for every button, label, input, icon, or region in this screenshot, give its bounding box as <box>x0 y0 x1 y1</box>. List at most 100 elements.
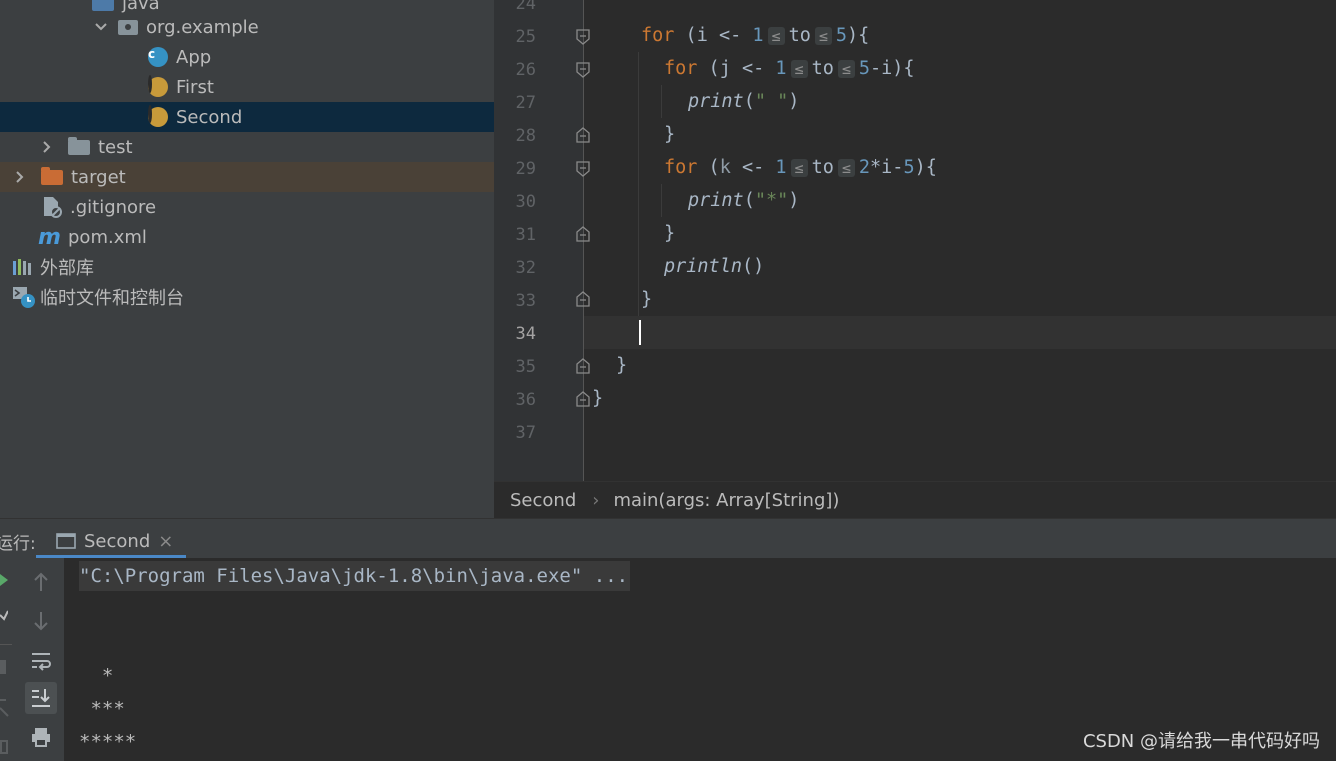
line-number: 35 <box>515 357 536 377</box>
tree-item-label: test <box>98 136 133 158</box>
code-line-29[interactable]: for (k <- 1 ≤ to ≤2 *i- 5){ <box>664 151 937 184</box>
tree-item-label: 临时文件和控制台 <box>40 288 184 309</box>
tree-item-org-example[interactable]: org.example <box>0 12 494 42</box>
fold-close-icon[interactable] <box>576 291 590 307</box>
code-line-25[interactable]: for (i <- 1 ≤ to ≤5){ <box>641 19 869 52</box>
run-panel-label: 运行: <box>0 534 36 554</box>
scala-object-icon <box>148 107 168 127</box>
excluded-folder-icon <box>41 166 63 185</box>
tree-item-label: .gitignore <box>70 196 157 218</box>
rerun-icon[interactable] <box>0 574 8 586</box>
maven-icon: m <box>38 224 61 250</box>
run-tab-second[interactable]: Second × <box>36 523 186 559</box>
inlay-hint: ≤ <box>790 59 808 78</box>
line-number: 24 <box>515 0 536 14</box>
fold-open-icon[interactable] <box>576 161 590 177</box>
chevron-down-icon[interactable] <box>94 20 108 34</box>
code-line-26[interactable]: for (j <- 1 ≤ to ≤5 -i){ <box>664 52 915 85</box>
arrow-down-icon <box>34 612 48 631</box>
fold-close-icon[interactable] <box>576 358 590 374</box>
restore-layout-icon[interactable] <box>0 698 10 718</box>
line-number: 30 <box>515 192 536 212</box>
print-button[interactable] <box>25 721 57 753</box>
source-folder-icon <box>92 0 114 11</box>
console-output-line: * <box>79 665 114 687</box>
indent-guide <box>661 184 662 217</box>
code-line-31[interactable]: } <box>664 217 675 250</box>
inlay-hint: ≤ <box>790 158 808 177</box>
code-line-28[interactable]: } <box>664 118 675 151</box>
scroll-down-button[interactable] <box>25 605 57 637</box>
breadcrumb-method[interactable]: main(args: Array[String]) <box>613 490 839 511</box>
tree-item-label: First <box>176 76 214 98</box>
console-command-line: "C:\Program Files\Java\jdk-1.8\bin\java.… <box>79 561 631 591</box>
run-tool-window-header: 运行: Second × <box>0 518 1336 559</box>
inlay-hint: ≤ <box>837 158 855 177</box>
arrow-up-icon <box>34 572 48 591</box>
chevron-right-icon[interactable] <box>13 170 27 184</box>
library-icon <box>13 259 31 275</box>
line-number: 25 <box>515 27 536 47</box>
code-line-36[interactable]: } <box>592 382 603 415</box>
fold-close-icon[interactable] <box>576 391 590 407</box>
line-number: 31 <box>515 225 536 245</box>
run-tab-label: Second <box>84 530 151 552</box>
console-output-line: ***** <box>79 731 137 753</box>
scroll-to-end-icon <box>32 689 50 707</box>
tree-item-first[interactable]: First <box>0 72 494 102</box>
tree-item-app[interactable]: c App <box>0 42 494 72</box>
folder-icon <box>68 136 90 155</box>
ignore-file-icon <box>44 197 62 218</box>
tree-item-test[interactable]: test <box>0 132 494 162</box>
pin-tab-icon[interactable] <box>0 740 8 754</box>
line-number-current: 34 <box>515 324 536 344</box>
line-number: 28 <box>515 126 536 146</box>
code-line-35[interactable]: } <box>616 349 627 382</box>
soft-wrap-icon <box>32 653 51 671</box>
tree-item-label: App <box>176 46 212 68</box>
close-icon[interactable]: × <box>158 531 173 552</box>
tree-item-label: target <box>71 166 126 188</box>
tree-item-label: org.example <box>146 16 259 38</box>
line-number: 33 <box>515 291 536 311</box>
package-icon <box>118 19 138 35</box>
inlay-hint: ≤ <box>837 59 855 78</box>
code-editor[interactable]: 24 25 26 27 28 29 30 31 32 33 34 35 36 3… <box>494 0 1336 481</box>
tree-item-pom-xml[interactable]: m pom.xml <box>0 222 494 252</box>
scroll-up-button[interactable] <box>25 566 57 598</box>
tree-item-gitignore[interactable]: .gitignore <box>0 192 494 222</box>
indent-guide <box>638 52 639 316</box>
fold-open-icon[interactable] <box>576 62 590 78</box>
tree-item-label: pom.xml <box>68 226 147 248</box>
code-line-27[interactable]: print(" ") <box>688 85 799 118</box>
scroll-to-end-button[interactable] <box>25 682 57 714</box>
run-console: "C:\Program Files\Java\jdk-1.8\bin\java.… <box>0 558 1336 761</box>
line-number: 26 <box>515 60 536 80</box>
console-output-line: *** <box>79 698 125 720</box>
tree-item-external-libraries[interactable]: 外部库 <box>0 252 494 282</box>
line-number: 27 <box>515 93 536 113</box>
breadcrumb: Second › main(args: Array[String]) <box>494 481 1336 518</box>
tree-item-target[interactable]: target <box>0 162 494 192</box>
editor-gutter: 24 25 26 27 28 29 30 31 32 33 34 35 36 3… <box>494 0 584 481</box>
fold-close-icon[interactable] <box>576 226 590 242</box>
modify-run-icon[interactable] <box>0 608 8 622</box>
breadcrumb-object[interactable]: Second <box>510 490 576 511</box>
code-line-33[interactable]: } <box>641 283 652 316</box>
code-line-30[interactable]: print("*") <box>688 184 799 217</box>
text-caret <box>639 320 641 345</box>
scala-class-icon: c <box>148 47 168 67</box>
tree-item-label: Second <box>176 106 243 128</box>
tree-item-second[interactable]: Second <box>0 102 494 132</box>
fold-close-icon[interactable] <box>576 127 590 143</box>
indent-guide <box>661 85 662 118</box>
watermark: CSDN @请给我一串代码好吗 <box>1082 731 1320 752</box>
code-line-32[interactable]: println() <box>664 250 764 283</box>
chevron-right-icon[interactable] <box>40 140 54 154</box>
breadcrumb-separator-icon: › <box>592 489 600 511</box>
soft-wrap-button[interactable] <box>25 645 57 677</box>
tree-item-scratches[interactable]: 临时文件和控制台 <box>0 282 494 312</box>
stop-icon[interactable] <box>0 660 6 674</box>
console-icon <box>56 533 76 549</box>
fold-open-icon[interactable] <box>576 29 590 45</box>
